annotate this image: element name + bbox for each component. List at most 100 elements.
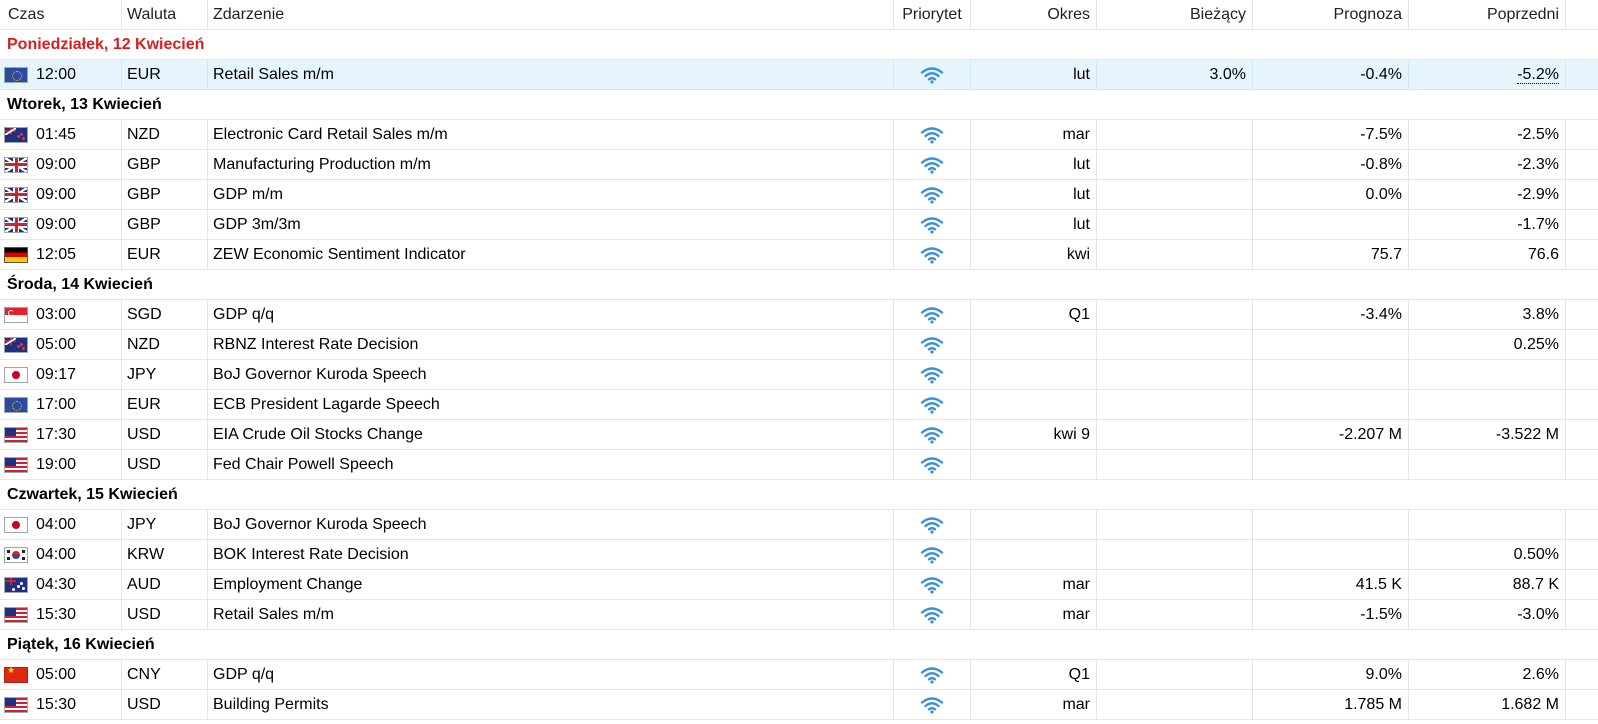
event-row[interactable]: 09:00 GBP Manufacturing Production m/m lut -… bbox=[0, 150, 1598, 180]
event-name-cell: Employment Change bbox=[208, 570, 894, 599]
priority-signal-icon bbox=[920, 336, 944, 354]
time-cell: 09:17 bbox=[0, 360, 122, 389]
forecast-cell bbox=[1253, 450, 1409, 479]
eu-flag-icon bbox=[4, 66, 28, 83]
column-header-event[interactable]: Zdarzenie bbox=[208, 0, 894, 29]
previous-value: -1.7% bbox=[1517, 215, 1559, 233]
economic-calendar: Czas Waluta Zdarzenie Priorytet Okres Bi… bbox=[0, 0, 1598, 720]
forecast-cell: -0.4% bbox=[1253, 60, 1409, 89]
time-cell: 12:05 bbox=[0, 240, 122, 269]
priority-signal-icon bbox=[920, 66, 944, 84]
column-header-priority[interactable]: Priorytet bbox=[894, 0, 971, 29]
column-header-time[interactable]: Czas bbox=[0, 0, 122, 29]
currency-cell: SGD bbox=[122, 300, 208, 329]
actual-cell bbox=[1097, 360, 1253, 389]
event-row[interactable]: 04:00 JPY BoJ Governor Kuroda Speech bbox=[0, 510, 1598, 540]
previous-value: -2.3% bbox=[1517, 155, 1559, 173]
previous-cell: 0.50% bbox=[1409, 540, 1566, 569]
previous-value: -3.0% bbox=[1517, 605, 1559, 623]
gb-flag-icon bbox=[4, 156, 28, 173]
forecast-cell bbox=[1253, 390, 1409, 419]
period-cell: lut bbox=[971, 180, 1097, 209]
time-cell: 12:00 bbox=[0, 60, 122, 89]
event-row[interactable]: 09:00 GBP GDP 3m/3m lut -1.7% bbox=[0, 210, 1598, 240]
previous-cell: 0.25% bbox=[1409, 330, 1566, 359]
time-value: 17:00 bbox=[36, 395, 77, 413]
event-name-cell: ZEW Economic Sentiment Indicator bbox=[208, 240, 894, 269]
column-header-period[interactable]: Okres bbox=[971, 0, 1097, 29]
event-row[interactable]: 15:30 USD Building Permits mar 1.785 M 1.682 … bbox=[0, 690, 1598, 720]
previous-cell: 76.6 bbox=[1409, 240, 1566, 269]
period-cell: mar bbox=[971, 570, 1097, 599]
event-row[interactable]: 04:30 AUD Employment Change mar 41.5 K 88.7 K bbox=[0, 570, 1598, 600]
priority-signal-icon bbox=[920, 516, 944, 534]
forecast-cell bbox=[1253, 510, 1409, 539]
event-row[interactable]: 03:00 SGD GDP q/q Q1 -3.4% 3.8% bbox=[0, 300, 1598, 330]
currency-cell: USD bbox=[122, 600, 208, 629]
event-name-cell: GDP q/q bbox=[208, 300, 894, 329]
event-row[interactable]: 15:30 USD Retail Sales m/m mar -1.5% -3.0% bbox=[0, 600, 1598, 630]
forecast-cell bbox=[1253, 330, 1409, 359]
us-flag-icon bbox=[4, 696, 28, 713]
column-header-previous[interactable]: Poprzedni bbox=[1409, 0, 1566, 29]
priority-cell bbox=[894, 360, 971, 389]
event-row[interactable]: 01:45 NZD Electronic Card Retail Sales m/m… bbox=[0, 120, 1598, 150]
time-cell: 15:30 bbox=[0, 690, 122, 719]
priority-signal-icon bbox=[920, 576, 944, 594]
day-header: Piątek, 16 Kwiecień bbox=[0, 630, 1598, 660]
forecast-cell: -3.4% bbox=[1253, 300, 1409, 329]
forecast-cell bbox=[1253, 360, 1409, 389]
event-row[interactable]: 17:00 EUR ECB President Lagarde Speech bbox=[0, 390, 1598, 420]
time-value: 15:30 bbox=[36, 695, 77, 713]
period-cell: Q1 bbox=[971, 300, 1097, 329]
event-row[interactable]: 09:17 JPY BoJ Governor Kuroda Speech bbox=[0, 360, 1598, 390]
event-row[interactable]: 09:00 GBP GDP m/m lut 0.0% -2.9% bbox=[0, 180, 1598, 210]
time-value: 05:00 bbox=[36, 335, 77, 353]
priority-cell bbox=[894, 240, 971, 269]
event-row[interactable]: 05:00 NZD RBNZ Interest Rate Decision 0.25% bbox=[0, 330, 1598, 360]
priority-cell bbox=[894, 210, 971, 239]
priority-signal-icon bbox=[920, 456, 944, 474]
event-row[interactable]: 19:00 USD Fed Chair Powell Speech bbox=[0, 450, 1598, 480]
event-name-cell: GDP q/q bbox=[208, 660, 894, 689]
event-row[interactable]: 12:00 EUR Retail Sales m/m lut 3.0% -0.4% -5.2… bbox=[0, 60, 1598, 90]
forecast-cell bbox=[1253, 540, 1409, 569]
actual-cell bbox=[1097, 570, 1253, 599]
period-cell: mar bbox=[971, 690, 1097, 719]
forecast-cell: 9.0% bbox=[1253, 660, 1409, 689]
previous-value: 1.682 M bbox=[1501, 695, 1559, 713]
actual-cell bbox=[1097, 300, 1253, 329]
event-row[interactable]: 17:30 USD EIA Crude Oil Stocks Change kwi 9… bbox=[0, 420, 1598, 450]
currency-cell: USD bbox=[122, 690, 208, 719]
previous-cell: -3.522 M bbox=[1409, 420, 1566, 449]
priority-signal-icon bbox=[920, 156, 944, 174]
priority-signal-icon bbox=[920, 246, 944, 264]
previous-value[interactable]: -5.2% bbox=[1517, 66, 1559, 84]
priority-signal-icon bbox=[920, 666, 944, 684]
event-row[interactable]: 05:00 CNYGDP q/q Q1 9.0% 2.6% bbox=[0, 660, 1598, 690]
column-header-actual[interactable]: Bieżący bbox=[1097, 0, 1253, 29]
priority-cell bbox=[894, 150, 971, 179]
event-row[interactable]: 04:00 KRW BOK Interest Rate Decision 0.50% bbox=[0, 540, 1598, 570]
event-name-cell: BoJ Governor Kuroda Speech bbox=[208, 510, 894, 539]
priority-signal-icon bbox=[920, 126, 944, 144]
previous-cell: -3.0% bbox=[1409, 600, 1566, 629]
time-cell: 05:00 bbox=[0, 660, 122, 689]
period-cell: mar bbox=[971, 600, 1097, 629]
sg-flag-icon bbox=[4, 306, 28, 323]
forecast-cell: 1.785 M bbox=[1253, 690, 1409, 719]
event-row[interactable]: 12:05 EUR ZEW Economic Sentiment Indicator… bbox=[0, 240, 1598, 270]
column-header-currency[interactable]: Waluta bbox=[122, 0, 208, 29]
event-name-cell: Fed Chair Powell Speech bbox=[208, 450, 894, 479]
previous-cell: -2.9% bbox=[1409, 180, 1566, 209]
currency-cell: AUD bbox=[122, 570, 208, 599]
period-cell: Q1 bbox=[971, 660, 1097, 689]
column-header-forecast[interactable]: Prognoza bbox=[1253, 0, 1409, 29]
previous-cell: -2.3% bbox=[1409, 150, 1566, 179]
time-cell: 05:00 bbox=[0, 330, 122, 359]
previous-value: 0.50% bbox=[1513, 545, 1559, 563]
priority-cell bbox=[894, 540, 971, 569]
time-value: 09:00 bbox=[36, 215, 77, 233]
day-header: Wtorek, 13 Kwiecień bbox=[0, 90, 1598, 120]
previous-cell: 2.6% bbox=[1409, 660, 1566, 689]
